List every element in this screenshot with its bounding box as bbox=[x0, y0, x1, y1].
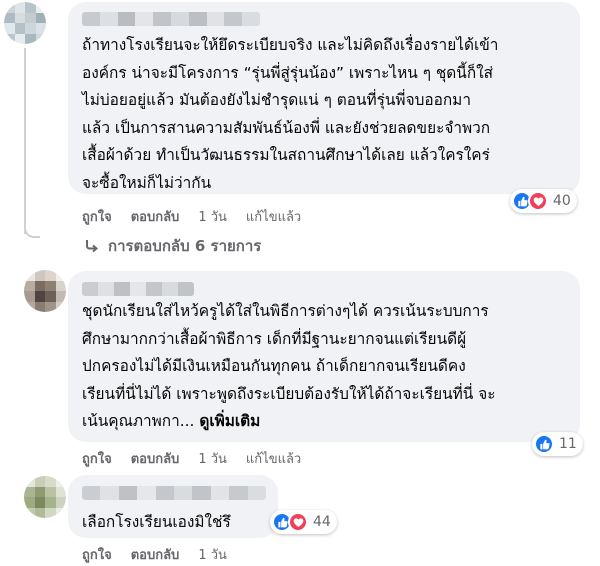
avatar[interactable] bbox=[24, 476, 66, 518]
love-reaction-icon bbox=[528, 191, 548, 211]
reaction-summary[interactable]: 40 bbox=[510, 189, 577, 213]
comment-text: เลือกโรงเรียนเองมิใช่รึ bbox=[82, 513, 231, 531]
timestamp[interactable]: 1 วัน bbox=[198, 448, 227, 469]
reply-button[interactable]: ตอบกลับ bbox=[131, 448, 180, 469]
comment-text: ถ้าทางโรงเรียนจะให้ยึดระเบียบจริง และไม่… bbox=[82, 36, 499, 192]
comment-text: ชุดนักเรียนใส่ไหว้ครูได้ใส่ในพิธีการต่าง… bbox=[82, 298, 577, 436]
reaction-summary[interactable]: 11 bbox=[532, 432, 583, 456]
reply-arrow-icon bbox=[84, 238, 100, 254]
like-reaction-icon bbox=[534, 434, 554, 454]
timestamp[interactable]: 1 วัน bbox=[198, 206, 227, 227]
comment-actions: ถูกใจ ตอบกลับ 1 วัน แก้ไขแล้ว bbox=[82, 448, 301, 469]
love-reaction-icon bbox=[288, 512, 308, 532]
thread-line bbox=[24, 48, 26, 234]
replies-count-label: การตอบกลับ 6 รายการ bbox=[108, 237, 262, 255]
comment-actions: ถูกใจ ตอบกลับ 1 วัน แก้ไขแล้ว bbox=[82, 206, 301, 227]
edited-label: แก้ไขแล้ว bbox=[245, 452, 302, 467]
reaction-count: 11 bbox=[559, 436, 577, 452]
reply-button[interactable]: ตอบกลับ bbox=[131, 206, 180, 227]
avatar[interactable] bbox=[4, 2, 46, 44]
avatar[interactable] bbox=[24, 270, 66, 312]
commenter-name[interactable] bbox=[82, 12, 260, 26]
comment-actions: ถูกใจ ตอบกลับ 1 วัน bbox=[82, 544, 227, 565]
view-replies-link[interactable]: การตอบกลับ 6 รายการ bbox=[84, 234, 261, 258]
reaction-count: 40 bbox=[553, 193, 571, 209]
see-more-link[interactable]: ดูเพิ่มเติม bbox=[199, 412, 260, 430]
edited-label: แก้ไขแล้ว bbox=[245, 210, 302, 225]
timestamp[interactable]: 1 วัน bbox=[198, 544, 227, 565]
like-button[interactable]: ถูกใจ bbox=[82, 448, 112, 469]
commenter-name[interactable] bbox=[82, 486, 266, 500]
reaction-count: 44 bbox=[313, 514, 331, 530]
commenter-name[interactable] bbox=[82, 282, 194, 296]
reply-button[interactable]: ตอบกลับ bbox=[131, 544, 180, 565]
like-button[interactable]: ถูกใจ bbox=[82, 544, 112, 565]
reaction-summary[interactable]: 44 bbox=[270, 510, 337, 534]
comment-text-body: ชุดนักเรียนใส่ไหว้ครูได้ใส่ในพิธีการต่าง… bbox=[82, 302, 496, 430]
like-button[interactable]: ถูกใจ bbox=[82, 206, 112, 227]
thread-connector bbox=[24, 226, 40, 238]
